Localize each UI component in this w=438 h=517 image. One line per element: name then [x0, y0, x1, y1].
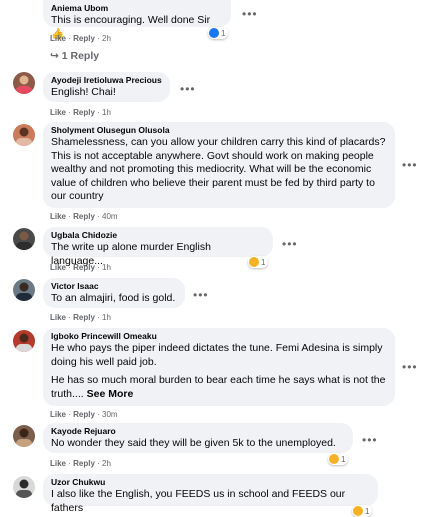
reply-link[interactable]: Reply [73, 263, 95, 272]
avatar[interactable] [13, 279, 35, 301]
reaction-summary[interactable]: 1 [248, 256, 269, 268]
comment-time[interactable]: 30m [102, 410, 118, 419]
comment-text: He who pays the piper indeed dictates th… [51, 342, 383, 368]
reply-link[interactable]: Reply [73, 212, 95, 221]
comment-text: English! Chai! [51, 86, 116, 98]
comment-bubble: Uzor Chukwu I also like the English, you… [43, 474, 378, 514]
reaction-summary[interactable]: 1 [328, 453, 349, 465]
like-link[interactable]: Like [50, 212, 66, 221]
like-link[interactable]: Like [50, 108, 66, 117]
reply-link[interactable]: Reply [73, 34, 95, 43]
comment-bubble: Igboko Princewill Omeaku He who pays the… [43, 328, 395, 406]
commenter-name[interactable]: Igboko Princewill Omeaku [51, 331, 387, 342]
commenter-name[interactable]: Sholyment Olusegun Olusola [51, 125, 387, 136]
comment-bubble: Ayodeji Iretioluwa Precious English! Cha… [43, 72, 170, 102]
see-more-link[interactable]: See More [87, 388, 134, 400]
comment-bubble: Ugbala Chidozie The write up alone murde… [43, 227, 273, 267]
avatar[interactable] [13, 476, 35, 498]
more-options-icon[interactable]: ••• [193, 289, 209, 301]
avatar[interactable] [13, 330, 35, 352]
reaction-count: 1 [341, 454, 346, 464]
comment-time[interactable]: 1h [102, 263, 111, 272]
reaction-count: 1 [221, 28, 226, 38]
comment-time[interactable]: 2h [102, 459, 111, 468]
comment-actions: Like · Reply · 30m [50, 410, 118, 419]
comment-time[interactable]: 40m [102, 212, 118, 221]
reply-link[interactable]: Reply [73, 459, 95, 468]
like-link[interactable]: Like [50, 34, 66, 43]
replies-label: 1 Reply [61, 50, 100, 62]
comment-time[interactable]: 1h [102, 108, 111, 117]
avatar[interactable] [13, 124, 35, 146]
commenter-name[interactable]: Uzor Chukwu [51, 477, 370, 488]
reply-link[interactable]: Reply [73, 410, 95, 419]
commenter-name[interactable]: Victor Isaac [51, 281, 177, 292]
comment-bubble: Sholyment Olusegun Olusola Shamelessness… [43, 122, 395, 208]
commenter-name[interactable]: Ugbala Chidozie [51, 230, 265, 241]
like-reaction-icon [209, 28, 219, 38]
reply-arrow-icon: ↪ [50, 50, 59, 62]
comment-time[interactable]: 2h [102, 34, 111, 43]
more-options-icon[interactable]: ••• [180, 83, 196, 95]
reply-link[interactable]: Reply [73, 108, 95, 117]
avatar[interactable] [13, 72, 35, 94]
comment-actions: Like · Reply · 1h [50, 313, 111, 322]
commenter-name[interactable]: Kayode Rejuaro [51, 426, 345, 437]
reaction-count: 1 [365, 506, 370, 516]
comment-text-continued: He has so much moral burden to bear each… [51, 374, 387, 401]
reply-link[interactable]: Reply [73, 313, 95, 322]
view-replies[interactable]: ↪ 1 Reply [50, 50, 99, 62]
commenter-name[interactable]: Ayodeji Iretioluwa Precious [51, 75, 162, 86]
comment-bubble: Kayode Rejuaro No wonder they said they … [43, 423, 353, 453]
reaction-summary[interactable]: 1 [208, 27, 229, 39]
avatar[interactable] [13, 228, 35, 250]
like-link[interactable]: Like [50, 313, 66, 322]
comment-text: No wonder they said they will be given 5… [51, 437, 336, 449]
more-options-icon[interactable]: ••• [282, 238, 298, 250]
comment-actions: Like · Reply · 2h [50, 34, 111, 43]
avatar[interactable] [13, 425, 35, 447]
comment-actions: Like · Reply · 2h [50, 459, 111, 468]
more-options-icon[interactable]: ••• [362, 434, 378, 446]
comment-actions: Like · Reply · 40m [50, 212, 118, 221]
comment-bubble: Aniema Ubom This is encouraging. Well do… [43, 0, 231, 40]
comment-text: To an almajiri, food is gold. [51, 292, 176, 304]
like-link[interactable]: Like [50, 459, 66, 468]
commenter-name[interactable]: Aniema Ubom [51, 3, 223, 14]
more-options-icon[interactable]: ••• [402, 159, 418, 171]
more-options-icon[interactable]: ••• [242, 8, 258, 20]
comment-time[interactable]: 1h [102, 313, 111, 322]
haha-reaction-icon [249, 257, 259, 267]
like-link[interactable]: Like [50, 410, 66, 419]
comment-text: Shamelessness, can you allow your childr… [51, 136, 386, 202]
comment-text: I also like the English, you FEEDS us in… [51, 488, 346, 514]
reaction-count: 1 [261, 257, 266, 267]
comment-actions: Like · Reply · 1h [50, 263, 111, 272]
reaction-summary[interactable]: 1 [352, 505, 373, 517]
comment-actions: Like · Reply · 1h [50, 108, 111, 117]
like-link[interactable]: Like [50, 263, 66, 272]
comment-bubble: Victor Isaac To an almajiri, food is gol… [43, 278, 185, 308]
haha-reaction-icon [329, 454, 339, 464]
more-options-icon[interactable]: ••• [402, 361, 418, 373]
